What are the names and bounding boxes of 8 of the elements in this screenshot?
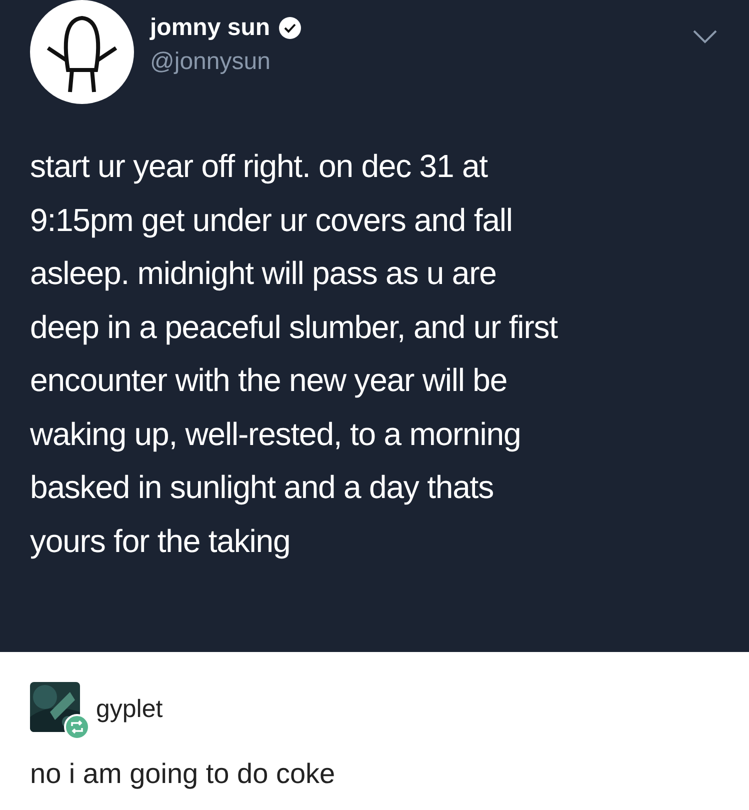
author-handle: @jonnysun bbox=[150, 48, 272, 76]
chevron-down-icon[interactable] bbox=[693, 30, 717, 44]
reblog-icon bbox=[64, 714, 90, 740]
reblog-comment: no i am going to do coke bbox=[30, 758, 336, 790]
author-name: jomny sun bbox=[150, 14, 270, 42]
reblogger-username[interactable]: gyplet bbox=[96, 695, 163, 724]
avatar-icon bbox=[30, 0, 134, 104]
tweet-text: start ur year off right. on dec 31 at 9:15pm get under ur covers and fall asleep. midnight will pass as u are deep in a peaceful slumber, and ur first encounter with the new year will be waking up, well-rested, to a morning basked in sunlight and a day thats yours for the taking bbox=[30, 147, 559, 561]
